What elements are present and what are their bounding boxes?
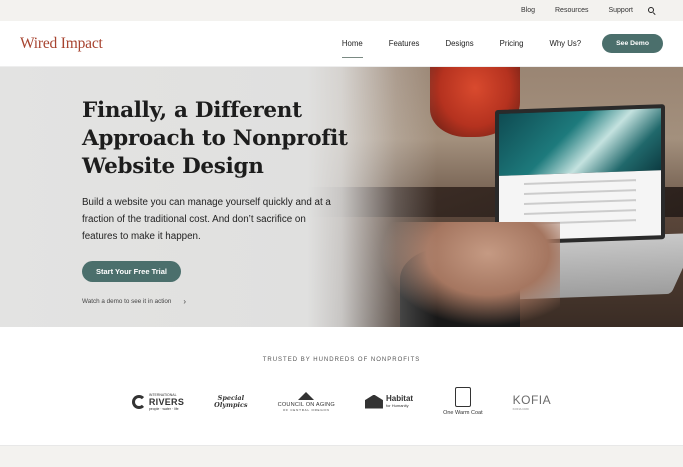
chevron-right-icon: ›: [183, 297, 187, 306]
rivers-word: RIVERS: [148, 396, 185, 407]
hero-title-line2: Approach to Nonprofit: [82, 126, 348, 151]
resources-link[interactable]: Resources: [555, 7, 588, 14]
kofia-logo: KOFIA KOFIA CRD: [513, 393, 552, 411]
hero-title-line3: Website Design: [82, 154, 264, 179]
coat-icon: [454, 387, 471, 407]
rivers-mark-icon: [131, 394, 146, 409]
kofia-word: KOFIA: [512, 392, 552, 407]
habitat-sub: for Humanity: [385, 403, 409, 408]
kofia-sub: KOFIA CRD: [512, 406, 529, 411]
international-rivers-logo: INTERNATIONAL RIVERS people · water · li…: [131, 393, 184, 411]
special-bottom: Olympics: [214, 400, 248, 409]
hero-content: Finally, a Different Approach to Nonprof…: [82, 97, 352, 306]
start-free-trial-button[interactable]: Start Your Free Trial: [82, 261, 181, 282]
habitat-text: Habitat for Humanity: [385, 394, 414, 409]
nav-links: Home Features Designs Pricing Why Us? Se…: [316, 34, 663, 58]
rivers-text: INTERNATIONAL RIVERS people · water · li…: [149, 393, 184, 411]
trust-section: TRUSTED BY HUNDREDS OF NONPROFITS INTERN…: [0, 327, 683, 446]
utility-bar: Blog Resources Support: [0, 0, 683, 21]
bottom-strip: [0, 446, 683, 467]
hero-title-line1: Finally, a Different: [82, 98, 302, 123]
habitat-logo: Habitat for Humanity: [364, 394, 414, 409]
search-icon[interactable]: [648, 7, 655, 14]
blog-link[interactable]: Blog: [521, 7, 535, 14]
council-on-aging-logo: COUNCIL ON AGING OF CENTRAL OREGON: [278, 391, 335, 412]
kofia-text: KOFIA KOFIA CRD: [513, 393, 552, 411]
roof-icon: [298, 391, 315, 400]
site-logo[interactable]: Wired Impact: [20, 35, 103, 53]
rivers-sub: people · water · life: [148, 406, 179, 411]
support-link[interactable]: Support: [608, 7, 633, 14]
hero-description: Build a website you can manage yourself …: [82, 197, 331, 242]
see-demo-button[interactable]: See Demo: [602, 34, 663, 53]
nav-pricing[interactable]: Pricing: [500, 35, 524, 52]
special-olympics-logo: Special Olympics: [214, 394, 248, 409]
habitat-word: Habitat: [385, 394, 414, 403]
nav-why-us[interactable]: Why Us?: [549, 35, 581, 52]
council-sub: OF CENTRAL OREGON: [282, 407, 330, 412]
hero-section: Finally, a Different Approach to Nonprof…: [0, 67, 683, 327]
hero-title: Finally, a Different Approach to Nonprof…: [82, 97, 352, 181]
watch-demo-label: Watch a demo to see it in action: [82, 298, 172, 305]
main-nav: Wired Impact Home Features Designs Prici…: [0, 21, 683, 67]
trust-title: TRUSTED BY HUNDREDS OF NONPROFITS: [262, 357, 421, 363]
partner-logos: INTERNATIONAL RIVERS people · water · li…: [0, 387, 683, 416]
nav-features[interactable]: Features: [389, 35, 420, 52]
watch-demo-link[interactable]: Watch a demo to see it in action ›: [82, 297, 352, 306]
nav-home[interactable]: Home: [341, 35, 363, 58]
coat-word: One Warm Coat: [443, 410, 483, 416]
one-warm-coat-logo: One Warm Coat: [443, 387, 483, 416]
nav-designs[interactable]: Designs: [445, 35, 473, 52]
house-icon: [364, 394, 383, 409]
